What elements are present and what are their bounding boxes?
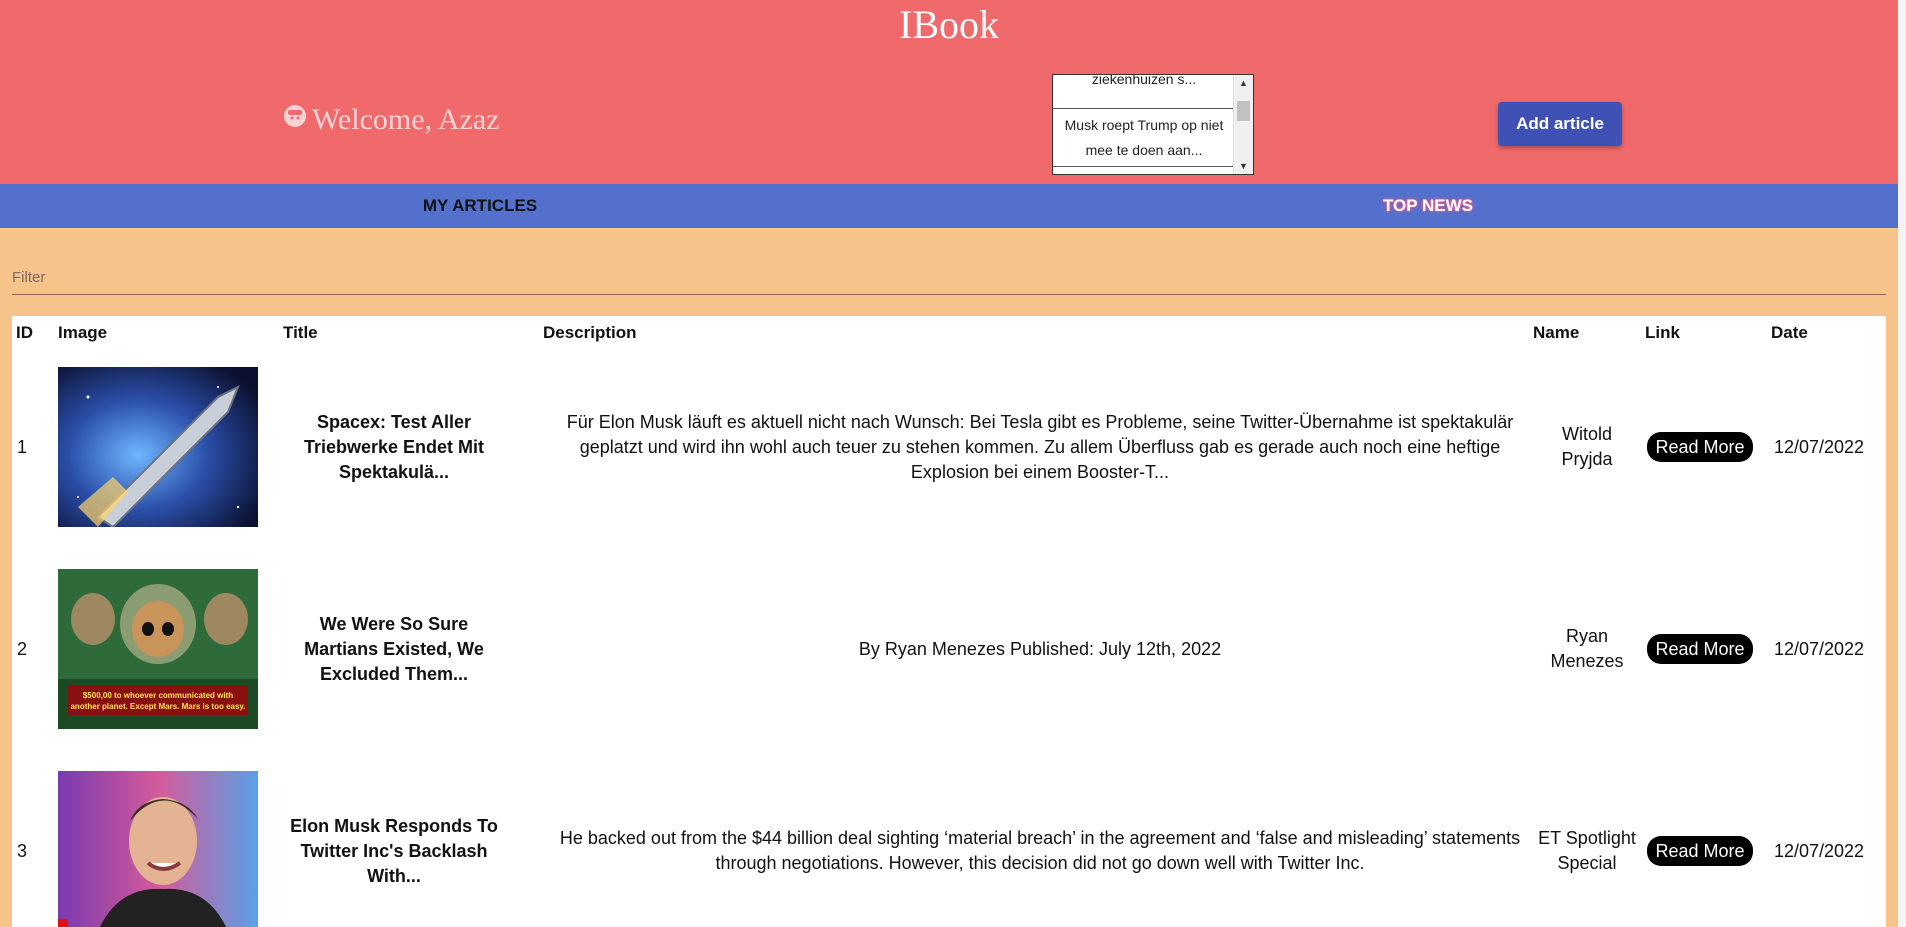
- row-id: 2: [16, 638, 27, 659]
- article-title: Elon Musk Responds To Twitter Inc's Back…: [290, 815, 498, 886]
- article-title: Spacex: Test Aller Triebwerke Endet Mit …: [303, 411, 485, 482]
- news-ticker[interactable]: ziekenhuizen s... Musk roept Trump op ni…: [1052, 74, 1254, 175]
- article-description: By Ryan Menezes Published: July 12th, 20…: [858, 638, 1222, 659]
- article-author: Ryan Menezes: [1550, 626, 1624, 671]
- table-row: 2 $500,00 to whoever communicated with a…: [12, 548, 1886, 750]
- column-header-id: ID: [16, 323, 33, 342]
- column-header-date: Date: [1771, 323, 1808, 342]
- scroll-up-arrow-icon[interactable]: ▲: [1234, 75, 1253, 91]
- column-header-description: Description: [543, 323, 637, 342]
- app-title: IBook: [899, 2, 999, 47]
- read-more-button[interactable]: Read More: [1647, 432, 1753, 462]
- article-date: 12/07/2022: [1773, 436, 1865, 457]
- article-title: We Were So Sure Martians Existed, We Exc…: [304, 613, 484, 684]
- column-header-name: Name: [1533, 323, 1580, 342]
- article-date: 12/07/2022: [1773, 840, 1865, 861]
- tab-top-news[interactable]: TOP NEWS: [948, 184, 1906, 228]
- page-scrollbar[interactable]: [1898, 0, 1906, 927]
- table-row: 1 Spacex: Test Aller Triebwerke Endet Mi…: [12, 346, 1886, 548]
- ticker-item[interactable]: Musk roept Trump op niet mee te doen aan…: [1053, 109, 1235, 167]
- column-header-title: Title: [283, 323, 318, 342]
- ticker-item[interactable]: ziekenhuizen s...: [1053, 75, 1235, 109]
- martians-image: $500,00 to whoever communicated with ano…: [58, 569, 258, 729]
- ticker-list: ziekenhuizen s... Musk roept Trump op ni…: [1053, 75, 1235, 167]
- read-more-button[interactable]: Read More: [1647, 836, 1753, 866]
- filter-input[interactable]: [12, 262, 1886, 292]
- read-more-cell: Read More: [1644, 750, 1756, 927]
- app-header: IBook Welcome, Azaz ziekenhuizen s... Mu…: [0, 0, 1906, 184]
- articles-table: ID Image Title Description Name Link Dat…: [12, 316, 1886, 927]
- tab-my-articles[interactable]: MY ARTICLES: [0, 184, 960, 228]
- add-article-button[interactable]: Add article: [1498, 102, 1622, 146]
- filter-field: [12, 262, 1886, 295]
- read-more-button[interactable]: Read More: [1647, 634, 1753, 664]
- scroll-down-arrow-icon[interactable]: ▼: [1234, 158, 1253, 174]
- spacex-rocket-image: [58, 367, 258, 527]
- article-date: 12/07/2022: [1773, 638, 1865, 659]
- welcome-text: Welcome, Azaz: [312, 103, 500, 136]
- welcome-message: Welcome, Azaz: [282, 100, 500, 140]
- article-author: Witold Pryjda: [1561, 424, 1613, 469]
- article-image: [58, 750, 258, 927]
- scrollbar-thumb[interactable]: [1237, 101, 1250, 121]
- row-id: 1: [16, 436, 27, 457]
- column-header-link: Link: [1645, 323, 1680, 342]
- elon-musk-photo: [58, 771, 258, 927]
- article-image: [58, 346, 258, 548]
- tab-bar: MY ARTICLES TOP NEWS: [0, 184, 1898, 228]
- article-description: He backed out from the $44 billion deal …: [559, 828, 1521, 873]
- column-header-image: Image: [58, 323, 108, 342]
- article-description: Für Elon Musk läuft es aktuell nicht nac…: [566, 411, 1514, 482]
- article-author: ET Spotlight Special: [1538, 828, 1636, 873]
- table-row: 3 Elon Musk Responds To Twitter Inc's Ba…: [12, 750, 1886, 927]
- article-image: $500,00 to whoever communicated with ano…: [58, 548, 258, 750]
- ticker-scrollbar[interactable]: ▲ ▼: [1233, 75, 1253, 174]
- row-id: 3: [16, 840, 27, 861]
- read-more-cell: Read More: [1644, 548, 1756, 750]
- svg-text:$500,00 to whoever communicate: $500,00 to whoever communicated with: [83, 691, 233, 700]
- user-face-icon: [282, 103, 312, 137]
- svg-text:another planet. Except Mars. M: another planet. Except Mars. Mars is too…: [70, 702, 245, 711]
- read-more-cell: Read More: [1644, 346, 1756, 548]
